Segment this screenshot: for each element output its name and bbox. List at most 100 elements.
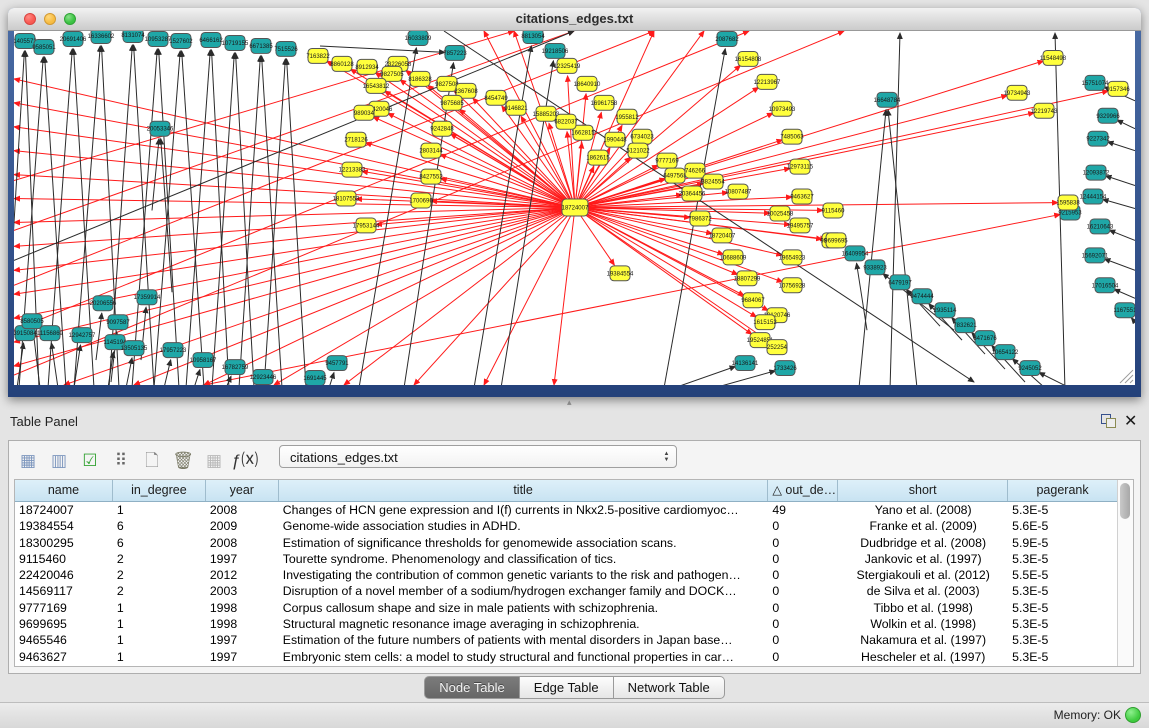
graph-node[interactable]: 17359914 bbox=[134, 290, 161, 305]
table-cell[interactable]: 2009 bbox=[206, 518, 279, 534]
table-cell[interactable]: 1 bbox=[113, 600, 206, 616]
table-cell[interactable]: 2008 bbox=[206, 502, 279, 518]
table-cell[interactable]: 9465546 bbox=[15, 632, 113, 648]
table-cell[interactable]: de Silva et al. (2003) bbox=[838, 583, 1008, 599]
graph-node[interactable]: 1700696 bbox=[409, 193, 433, 208]
citation-edge-red[interactable] bbox=[344, 208, 575, 385]
graph-node[interactable]: 10807487 bbox=[725, 184, 752, 199]
table-cell[interactable]: 1 bbox=[113, 502, 206, 518]
citation-edge-black[interactable] bbox=[236, 53, 254, 385]
table-cell[interactable]: 0 bbox=[768, 583, 838, 599]
table-cell[interactable]: 1997 bbox=[206, 649, 279, 665]
citation-edge-black[interactable] bbox=[359, 48, 416, 385]
table-cell[interactable]: 0 bbox=[768, 649, 838, 665]
table-cell[interactable]: 0 bbox=[768, 518, 838, 534]
graph-node[interactable]: 9457791 bbox=[325, 356, 349, 371]
resize-grip-icon[interactable] bbox=[1120, 370, 1133, 383]
graph-node[interactable]: 20691406 bbox=[60, 31, 87, 46]
graph-node[interactable]: 12213383 bbox=[339, 162, 366, 177]
table-row[interactable]: 1830029562008Estimation of significance … bbox=[15, 535, 1118, 551]
graph-node[interactable]: 8860128 bbox=[330, 56, 354, 71]
table-cell[interactable]: 5.3E-5 bbox=[1008, 632, 1118, 648]
table-cell[interactable]: 0 bbox=[768, 600, 838, 616]
citation-edge-black[interactable] bbox=[132, 49, 157, 385]
citation-edge-black[interactable] bbox=[262, 56, 282, 385]
table-cell[interactable]: 1998 bbox=[206, 616, 279, 632]
column-header[interactable]: title bbox=[279, 480, 769, 501]
graph-node[interactable]: 12093872 bbox=[1083, 165, 1110, 180]
citation-edge-black[interactable] bbox=[1131, 318, 1135, 322]
table-cell[interactable]: 9777169 bbox=[15, 600, 113, 616]
table-cell[interactable]: 1 bbox=[113, 632, 206, 648]
graph-node[interactable]: 10756928 bbox=[779, 278, 806, 293]
graph-node[interactable]: 9777169 bbox=[655, 153, 679, 168]
graph-node[interactable]: 7857223 bbox=[443, 45, 467, 60]
table-cell[interactable]: Hescheler et al. (1997) bbox=[838, 649, 1008, 665]
citation-edge-black[interactable] bbox=[194, 370, 200, 385]
graph-node[interactable]: 18720407 bbox=[709, 228, 736, 243]
graph-node[interactable]: 989034 bbox=[354, 105, 375, 120]
graph-node[interactable]: 16336602 bbox=[88, 31, 115, 43]
graph-node[interactable]: 10958167 bbox=[190, 353, 217, 368]
table-cell[interactable]: 5.3E-5 bbox=[1008, 583, 1118, 599]
tab-network-table[interactable]: Network Table bbox=[614, 676, 725, 699]
graph-node[interactable]: 2803144 bbox=[419, 143, 443, 158]
citation-edge-black[interactable] bbox=[888, 110, 917, 385]
graph-node[interactable]: 6671385 bbox=[249, 38, 273, 53]
select-columns-icon[interactable]: ☑ bbox=[79, 450, 101, 472]
graph-node[interactable]: 17957223 bbox=[160, 343, 187, 358]
graph-node[interactable]: 16961758 bbox=[591, 95, 618, 110]
table-cell[interactable]: Estimation of significance thresholds fo… bbox=[279, 535, 769, 551]
graph-node[interactable]: 9463627 bbox=[790, 189, 814, 204]
table-cell[interactable]: Structural magnetic resonance image aver… bbox=[279, 616, 769, 632]
graph-node[interactable]: 19384554 bbox=[607, 266, 634, 281]
graph-node[interactable]: 746266 bbox=[685, 163, 706, 178]
graph-node[interactable]: 10953287 bbox=[145, 31, 172, 46]
graph-node[interactable]: 12219743 bbox=[1031, 103, 1058, 118]
graph-node[interactable]: 7163822 bbox=[306, 48, 330, 63]
graph-node[interactable]: 8186328 bbox=[408, 71, 432, 86]
graph-node[interactable]: 12923446 bbox=[250, 370, 277, 385]
graph-node[interactable]: 8427552 bbox=[419, 169, 443, 184]
table-cell[interactable]: Tibbo et al. (1998) bbox=[838, 600, 1008, 616]
graph-node[interactable]: 1990448 bbox=[603, 132, 627, 147]
table-cell[interactable]: 5.6E-5 bbox=[1008, 518, 1118, 534]
table-row[interactable]: 1872400712008Changes of HCN gene express… bbox=[15, 502, 1118, 518]
graph-node[interactable]: 11156869 bbox=[37, 326, 63, 341]
table-cell[interactable]: 0 bbox=[768, 616, 838, 632]
graph-node[interactable]: 13505135 bbox=[121, 341, 148, 356]
table-cell[interactable]: 9463627 bbox=[15, 649, 113, 665]
tab-edge-table[interactable]: Edge Table bbox=[520, 676, 614, 699]
table-cell[interactable]: 5.3E-5 bbox=[1008, 600, 1118, 616]
graph-node[interactable]: 9146821 bbox=[504, 100, 528, 115]
citation-edge-black[interactable] bbox=[1103, 199, 1135, 208]
graph-node[interactable]: 17953144 bbox=[353, 218, 380, 233]
graph-node[interactable]: 14136141 bbox=[732, 356, 759, 371]
tab-node-table[interactable]: Node Table bbox=[424, 676, 520, 699]
table-cell[interactable]: 1997 bbox=[206, 551, 279, 567]
table-cell[interactable]: 0 bbox=[768, 551, 838, 567]
table-row[interactable]: 911546021997Tourette syndrome. Phenomeno… bbox=[15, 551, 1118, 567]
graph-node[interactable]: 2935114 bbox=[934, 303, 958, 318]
graph-node[interactable]: 9115460 bbox=[822, 203, 846, 218]
table-cell[interactable]: 1 bbox=[113, 616, 206, 632]
function-builder-icon[interactable]: ƒ⒳ bbox=[234, 450, 256, 472]
table-settings-icon[interactable]: ▦ bbox=[17, 450, 39, 472]
citation-edge-black[interactable] bbox=[1117, 120, 1135, 129]
citation-edge-red[interactable] bbox=[575, 91, 1108, 208]
table-cell[interactable]: 22420046 bbox=[15, 567, 113, 583]
network-canvas[interactable]: 1405572958505120691406163366028131074109… bbox=[14, 31, 1135, 385]
graph-node[interactable]: 9585051 bbox=[32, 39, 56, 54]
graph-node[interactable]: 10025458 bbox=[767, 206, 794, 221]
citation-edge-black[interactable] bbox=[159, 49, 179, 385]
memory-status-icon[interactable] bbox=[1125, 707, 1141, 723]
table-cell[interactable]: 5.3E-5 bbox=[1008, 551, 1118, 567]
graph-node[interactable]: 9338923 bbox=[863, 260, 887, 275]
graph-node[interactable]: 7485063 bbox=[780, 129, 804, 144]
table-cell[interactable]: 6 bbox=[113, 535, 206, 551]
graph-node[interactable]: 2718126 bbox=[344, 132, 368, 147]
graph-node[interactable]: 8471676 bbox=[973, 331, 997, 346]
table-cell[interactable]: Stergiakouli et al. (2012) bbox=[838, 567, 1008, 583]
graph-node[interactable]: 7515526 bbox=[274, 41, 298, 56]
citation-edge-black[interactable] bbox=[1105, 176, 1135, 186]
